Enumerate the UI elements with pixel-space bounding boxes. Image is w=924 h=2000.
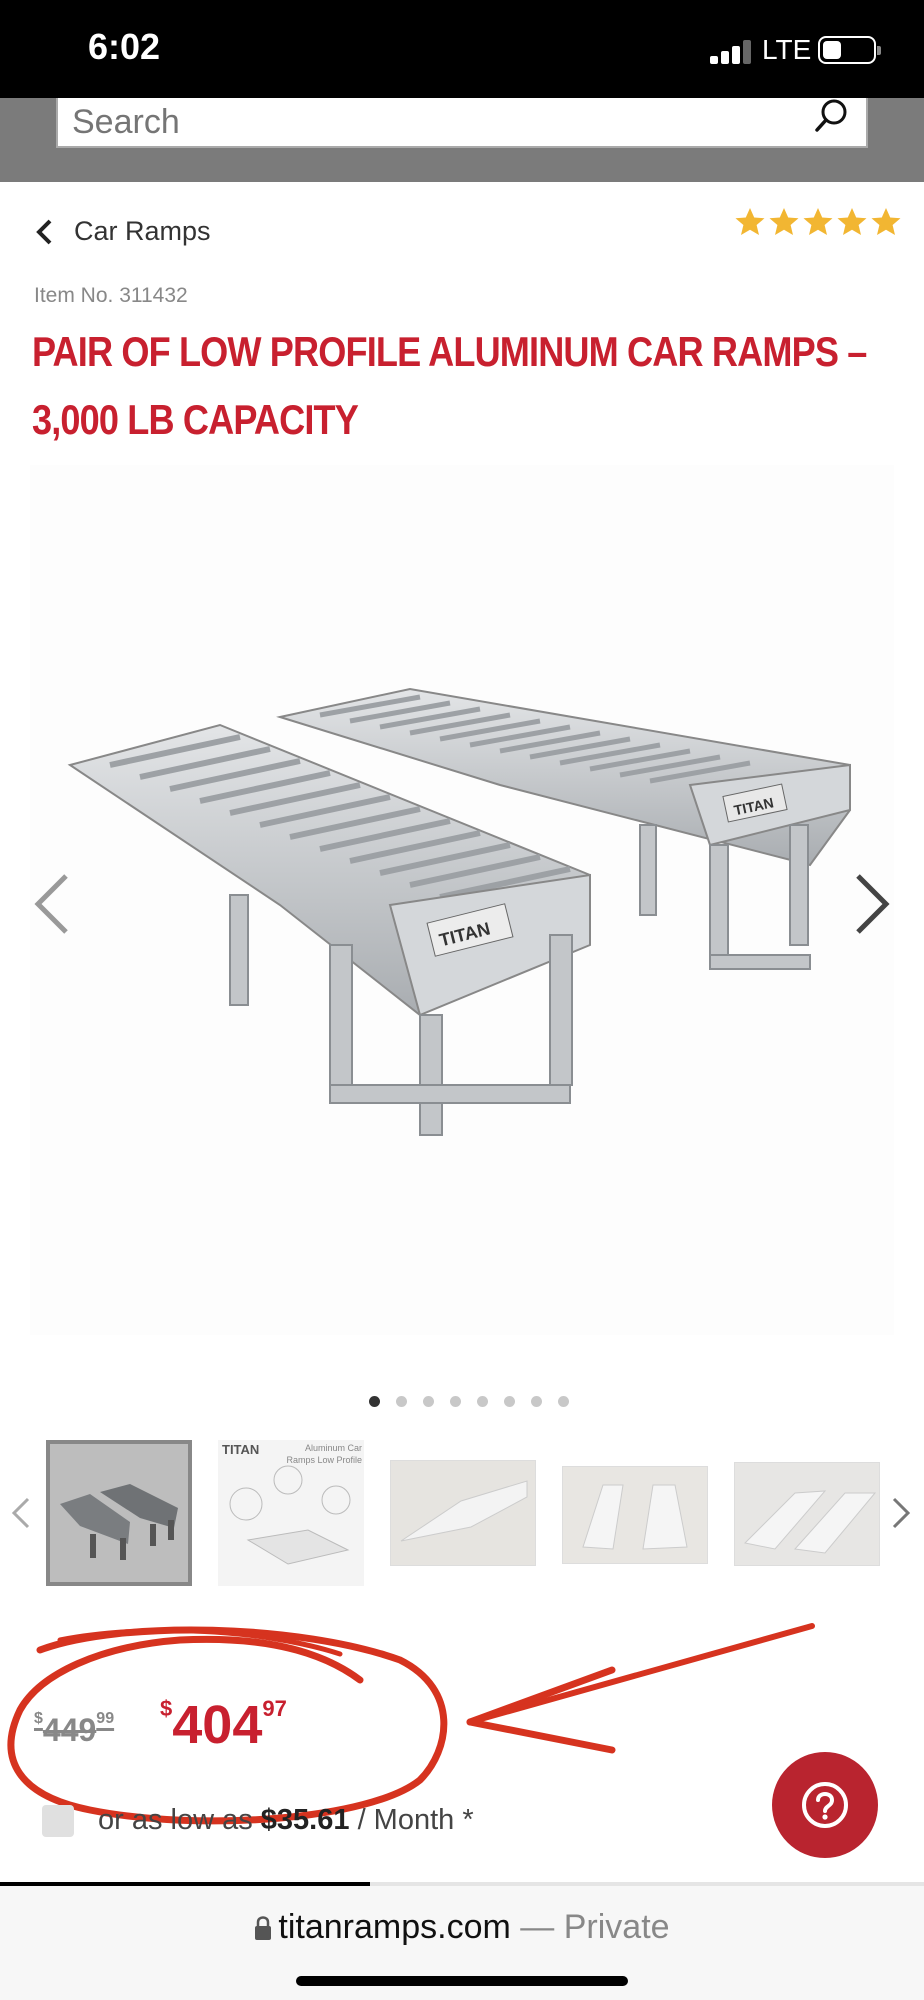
- ramps-illustration: TITAN TITAN: [67, 687, 851, 1136]
- item-number: Item No. 311432: [34, 284, 188, 307]
- signal-icon: [710, 40, 754, 64]
- star-rating[interactable]: [734, 206, 902, 238]
- carousel-dots: [369, 1396, 569, 1407]
- star-icon: [837, 208, 867, 235]
- chevron-left-icon: [36, 219, 52, 244]
- status-time: 6:02: [88, 26, 161, 67]
- breadcrumb[interactable]: Car Ramps: [34, 216, 211, 247]
- url-display[interactable]: titanramps.com — Private: [0, 1908, 924, 1947]
- domain-label: titanramps.com: [278, 1908, 511, 1946]
- carousel-dot[interactable]: [504, 1396, 515, 1407]
- thumbnail-3[interactable]: [390, 1460, 536, 1566]
- status-bar: 6:02 LTE: [0, 0, 924, 98]
- financing-suffix: / Month *: [357, 1804, 474, 1836]
- browser-address-bar[interactable]: titanramps.com — Private: [0, 1886, 924, 2000]
- search-icon[interactable]: [812, 98, 852, 138]
- thumbnail-1[interactable]: [46, 1440, 192, 1586]
- next-image-arrow[interactable]: [850, 872, 894, 936]
- thumbnail-4[interactable]: [562, 1466, 708, 1564]
- thumb-prev-arrow[interactable]: [10, 1496, 32, 1530]
- star-icon: [735, 208, 765, 235]
- search-band: [0, 98, 924, 182]
- network-label: LTE: [762, 34, 812, 65]
- carousel-dot[interactable]: [423, 1396, 434, 1407]
- thumbnail-5[interactable]: [734, 1462, 880, 1566]
- thumbnail-ramp-top-image: [582, 1484, 688, 1550]
- url-separator: —: [520, 1908, 555, 1946]
- carousel-dot[interactable]: [558, 1396, 569, 1407]
- battery-icon: [818, 36, 881, 64]
- financing-line: or as low as $35.61 / Month *: [42, 1804, 474, 1837]
- info-icon[interactable]: [42, 1804, 74, 1837]
- carousel-dot[interactable]: [477, 1396, 488, 1407]
- search-box: [56, 98, 868, 148]
- thumbnail-ramp-angle-image: [743, 1490, 877, 1554]
- financing-prefix: or as low as: [98, 1804, 253, 1836]
- prev-image-arrow[interactable]: [30, 872, 74, 936]
- product-title: PAIR OF LOW PROFILE ALUMINUM CAR RAMPS –…: [32, 328, 867, 443]
- thumbnail-ramps-image: [60, 1484, 178, 1560]
- home-indicator: [296, 1976, 628, 1986]
- question-icon: [802, 1782, 848, 1828]
- star-icon: [871, 208, 901, 235]
- carousel-dot[interactable]: [369, 1396, 380, 1407]
- thumbnail-strip: TITAN Aluminum Car Ramps Low Profile: [0, 1440, 924, 1590]
- financing-amount: $35.61: [260, 1804, 350, 1836]
- carousel-dot[interactable]: [396, 1396, 407, 1407]
- thumbnail-ramp-side-image: [400, 1480, 528, 1542]
- lock-icon: [255, 1916, 272, 1940]
- thumbnail-2[interactable]: TITAN Aluminum Car Ramps Low Profile: [218, 1440, 364, 1586]
- help-button[interactable]: [772, 1752, 878, 1858]
- star-icon: [769, 208, 799, 235]
- star-icon: [803, 208, 833, 235]
- thumb-next-arrow[interactable]: [890, 1496, 912, 1530]
- carousel-dot[interactable]: [450, 1396, 461, 1407]
- search-input[interactable]: [72, 100, 772, 144]
- thumbnail-diagram-image: [229, 1465, 351, 1565]
- product-image[interactable]: TITAN TITAN: [30, 465, 894, 1335]
- carousel-dot[interactable]: [531, 1396, 542, 1407]
- breadcrumb-label: Car Ramps: [74, 216, 211, 246]
- private-label: Private: [563, 1908, 670, 1946]
